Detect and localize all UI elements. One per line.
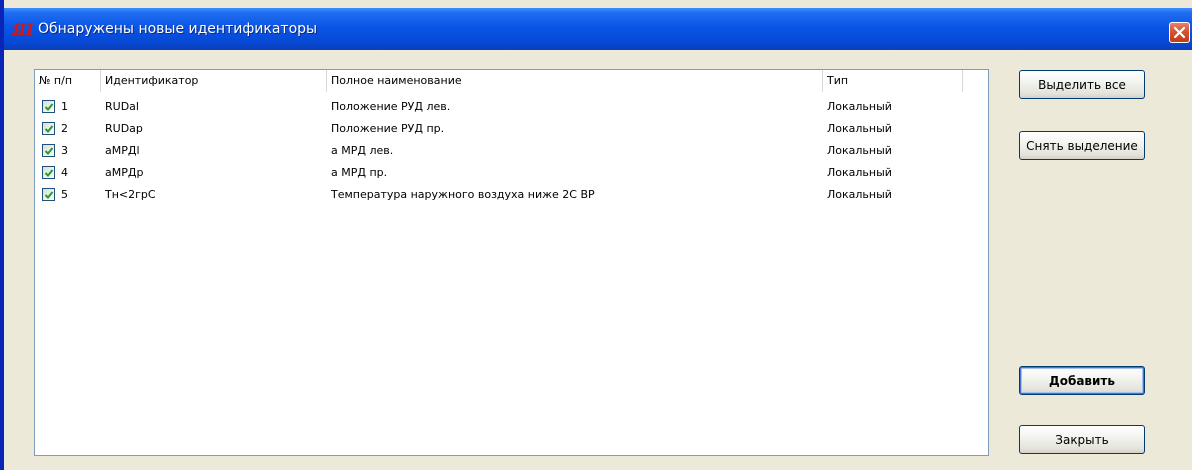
close-button[interactable]: Закрыть <box>1019 425 1145 454</box>
checkmark-icon <box>44 191 54 199</box>
list-header: № п/п Идентификатор Полное наименование … <box>35 70 988 92</box>
checkmark-icon <box>44 103 54 111</box>
row-checkbox[interactable] <box>42 100 55 113</box>
row-type: Локальный <box>827 100 892 113</box>
app-logo-icon: ЯР <box>11 20 39 39</box>
table-row[interactable]: 5 Тн<2грС Температура наружного воздуха … <box>35 184 988 206</box>
table-row[interactable]: 3 aМРДl a МРД лев. Локальный <box>35 140 988 162</box>
row-type: Локальный <box>827 144 892 157</box>
row-type: Локальный <box>827 166 892 179</box>
column-header-identifier[interactable]: Идентификатор <box>101 70 327 92</box>
row-identifier: RUDap <box>105 122 143 135</box>
row-number: 3 <box>61 144 68 157</box>
row-full-name: a МРД лев. <box>331 144 394 157</box>
row-identifier: aМРДp <box>105 166 144 179</box>
dialog-window: ЯР Обнаружены новые идентификаторы № п/п… <box>0 0 1192 470</box>
column-header-type[interactable]: Тип <box>823 70 963 92</box>
checkmark-icon <box>44 125 54 133</box>
row-full-name: Температура наружного воздуха ниже 2С ВР <box>331 188 595 201</box>
row-checkbox[interactable] <box>42 122 55 135</box>
column-header-number[interactable]: № п/п <box>35 70 101 92</box>
table-row[interactable]: 1 RUDal Положение РУД лев. Локальный <box>35 96 988 118</box>
add-button[interactable]: Добавить <box>1019 366 1145 395</box>
window-title: Обнаружены новые идентификаторы <box>38 21 318 37</box>
select-all-button[interactable]: Выделить все <box>1019 70 1145 99</box>
row-number: 2 <box>61 122 68 135</box>
row-identifier: aМРДl <box>105 144 140 157</box>
close-window-button[interactable] <box>1169 22 1190 43</box>
svg-text:ЯР: ЯР <box>12 20 34 38</box>
table-row[interactable]: 4 aМРДp a МРД пр. Локальный <box>35 162 988 184</box>
identifiers-list[interactable]: № п/п Идентификатор Полное наименование … <box>34 69 989 456</box>
column-header-full-name[interactable]: Полное наименование <box>327 70 823 92</box>
checkmark-icon <box>44 147 54 155</box>
row-full-name: Положение РУД пр. <box>331 122 445 135</box>
row-checkbox[interactable] <box>42 144 55 157</box>
row-checkbox[interactable] <box>42 166 55 179</box>
row-checkbox[interactable] <box>42 188 55 201</box>
row-full-name: a МРД пр. <box>331 166 388 179</box>
row-type: Локальный <box>827 122 892 135</box>
row-number: 4 <box>61 166 68 179</box>
table-row[interactable]: 2 RUDap Положение РУД пр. Локальный <box>35 118 988 140</box>
deselect-all-button[interactable]: Снять выделение <box>1019 131 1145 160</box>
row-number: 5 <box>61 188 68 201</box>
dialog-body: № п/п Идентификатор Полное наименование … <box>4 50 1192 470</box>
row-full-name: Положение РУД лев. <box>331 100 451 113</box>
title-bar[interactable]: ЯР Обнаружены новые идентификаторы <box>4 8 1192 50</box>
row-identifier: Тн<2грС <box>105 188 156 201</box>
row-number: 1 <box>61 100 68 113</box>
checkmark-icon <box>44 169 54 177</box>
row-identifier: RUDal <box>105 100 139 113</box>
row-type: Локальный <box>827 188 892 201</box>
